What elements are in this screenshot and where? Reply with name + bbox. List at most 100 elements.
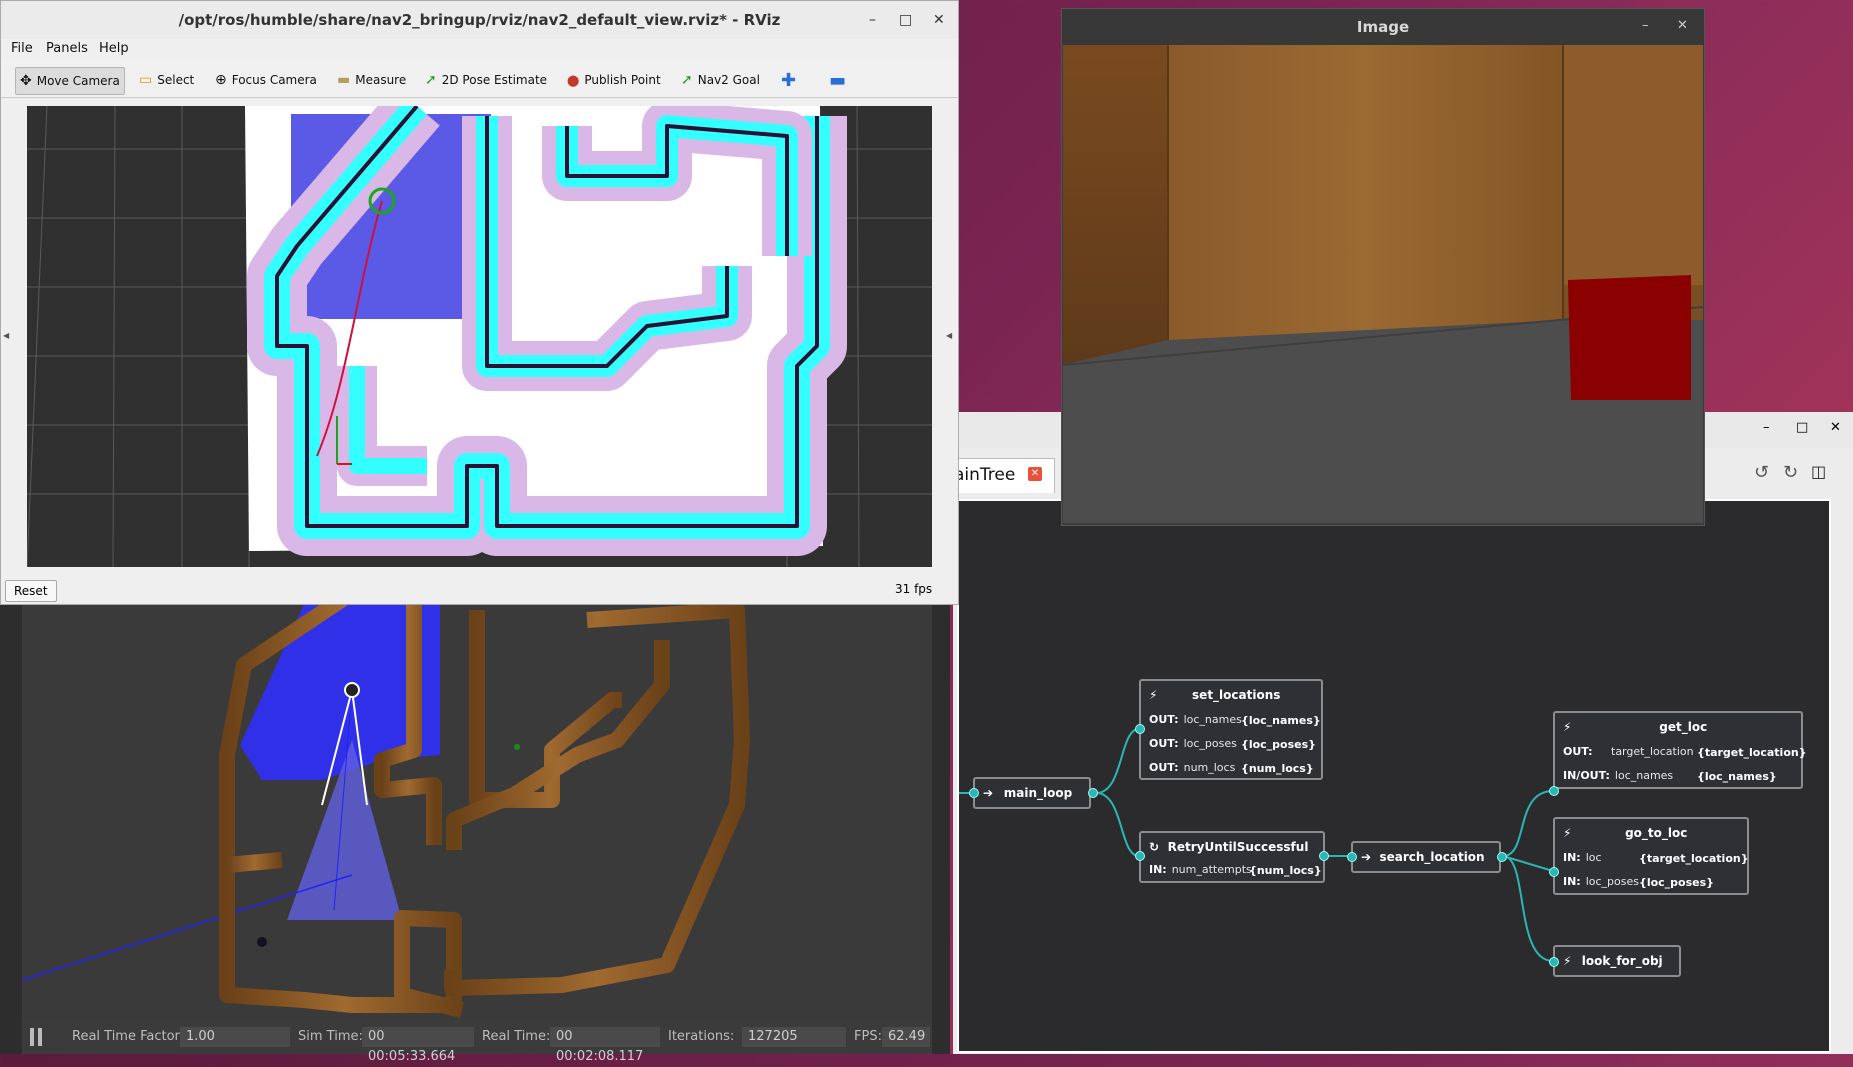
node-main-loop[interactable]: ➔ main_loop	[973, 777, 1091, 809]
port-row: IN/OUT: loc_names	[1563, 765, 1673, 785]
image-minimize-button[interactable]: –	[1642, 18, 1649, 33]
behavior-tree-canvas[interactable]: ➔ main_loop ⚡ set_locations OUT: loc_names …	[957, 499, 1831, 1053]
rviz-toolbar: ✥ Move Camera ▭ Select ⊕ Focus Camera ▬ Meas…	[1, 61, 958, 98]
port-value-field[interactable]: {num_locs}	[1249, 860, 1322, 880]
node-set-locations[interactable]: ⚡ set_locations OUT: loc_names OUT: loc_pos…	[1139, 679, 1323, 780]
port-name: loc_names	[1614, 768, 1674, 782]
port-dot[interactable]	[1549, 867, 1559, 877]
node-search-location[interactable]: ➔ search_location	[1351, 841, 1501, 873]
pose-estimate-icon: ➚	[425, 72, 437, 88]
tool-label: Measure	[355, 73, 407, 87]
tool-publish-point[interactable]: ⬤ Publish Point	[563, 67, 665, 93]
tab-maintree[interactable]: ainTree ✕	[953, 458, 1055, 493]
gazebo-scene	[22, 591, 750, 1018]
groot-close-button[interactable]: ✕	[1830, 420, 1841, 435]
port-direction: IN/OUT:	[1563, 768, 1610, 782]
port-dot[interactable]	[1497, 852, 1507, 862]
tool-2d-pose-estimate[interactable]: ➚ 2D Pose Estimate	[421, 67, 551, 93]
port-row: IN: loc	[1563, 847, 1602, 867]
port-value-field[interactable]: {target_location}	[1639, 848, 1749, 868]
port-name: loc_poses	[1585, 874, 1639, 888]
port-dot[interactable]	[1135, 851, 1145, 861]
action-bolt-icon: ⚡	[1149, 688, 1158, 702]
real-time-label: Real Time:	[482, 1029, 551, 1044]
measure-icon: ▬	[337, 72, 351, 88]
node-title: main_loop	[1003, 786, 1073, 800]
fps-label: FPS:	[854, 1029, 882, 1044]
remove-tool-button[interactable]: ▬	[825, 67, 850, 93]
port-direction: OUT:	[1149, 736, 1179, 750]
port-dot[interactable]	[1319, 851, 1329, 861]
node-title: go_to_loc	[1625, 826, 1688, 840]
iterations-label: Iterations:	[668, 1029, 735, 1044]
tool-focus-camera[interactable]: ⊕ Focus Camera	[211, 67, 321, 93]
tool-measure[interactable]: ▬ Measure	[333, 67, 410, 93]
port-value-field[interactable]: {target_location}	[1697, 742, 1807, 762]
rviz-close-button[interactable]: ✕	[933, 1, 945, 39]
reset-button[interactable]: Reset	[5, 580, 57, 602]
plus-icon: ✚	[781, 69, 797, 91]
port-value-field[interactable]: {num_locs}	[1241, 758, 1317, 778]
port-row: OUT: loc_poses	[1149, 733, 1237, 753]
sequence-arrow-icon: ➔	[1361, 850, 1372, 864]
port-dot[interactable]	[969, 788, 979, 798]
port-dot[interactable]	[1088, 788, 1098, 798]
gazebo-3d-viewport[interactable]	[22, 590, 932, 1020]
port-value-field[interactable]: {loc_names}	[1697, 766, 1797, 786]
menu-help[interactable]: Help	[99, 41, 129, 56]
port-dot[interactable]	[1549, 957, 1559, 967]
retry-icon: ↻	[1149, 840, 1160, 854]
node-retry-until-successful[interactable]: ↻ RetryUntilSuccessful IN: num_attempts {n…	[1139, 831, 1325, 883]
focus-camera-icon: ⊕	[215, 72, 227, 88]
action-bolt-icon: ⚡	[1563, 954, 1572, 968]
groot-maximize-button[interactable]: □	[1796, 420, 1808, 435]
rtf-value: 1.00	[180, 1027, 290, 1047]
gazebo-status-bar: Real Time Factor: 1.00 Sim Time: 00 00:0…	[22, 1020, 932, 1064]
node-look-for-obj[interactable]: ⚡ look_for_obj	[1553, 945, 1681, 977]
tool-move-camera[interactable]: ✥ Move Camera	[15, 67, 125, 95]
port-value-field[interactable]: {loc_poses}	[1241, 734, 1317, 754]
tool-label: Focus Camera	[231, 73, 317, 87]
port-value-field[interactable]: {loc_poses}	[1639, 872, 1739, 892]
add-tool-button[interactable]: ✚	[777, 67, 800, 93]
node-title: RetryUntilSuccessful	[1167, 840, 1309, 854]
port-name: loc	[1585, 850, 1602, 864]
port-dot[interactable]	[1135, 724, 1145, 734]
sim-time-label: Sim Time:	[298, 1029, 363, 1044]
rviz-menubar: File Panels Help	[1, 39, 958, 61]
rviz-maximize-button[interactable]: □	[899, 1, 912, 39]
pause-button[interactable]	[30, 1028, 44, 1046]
tool-label: Select	[157, 73, 195, 87]
minus-icon: ▬	[829, 69, 847, 91]
menu-file[interactable]: File	[11, 41, 33, 56]
nav2-goal-icon: ➚	[681, 72, 693, 88]
left-panel-collapse-icon[interactable]: ◀	[3, 331, 9, 340]
right-panel-collapse-icon[interactable]: ◀	[946, 331, 952, 340]
port-value-field[interactable]: {loc_names}	[1241, 710, 1321, 730]
menu-panels[interactable]: Panels	[46, 41, 88, 56]
undo-icon[interactable]: ↺	[1754, 462, 1769, 483]
port-row: OUT:	[1563, 741, 1598, 761]
rviz-3d-view[interactable]	[27, 106, 932, 567]
groot-minimize-button[interactable]: –	[1763, 420, 1770, 435]
port-dot[interactable]	[1549, 786, 1559, 796]
sequence-arrow-icon: ➔	[983, 786, 994, 800]
tool-label: 2D Pose Estimate	[441, 73, 548, 87]
split-view-icon[interactable]: ◫	[1811, 462, 1826, 481]
tool-select[interactable]: ▭ Select	[135, 67, 198, 93]
node-title: search_location	[1379, 850, 1485, 864]
port-name: loc_poses	[1183, 736, 1237, 750]
tool-nav2-goal[interactable]: ➚ Nav2 Goal	[677, 67, 764, 93]
action-bolt-icon: ⚡	[1563, 826, 1572, 840]
port-name: num_attempts	[1171, 862, 1252, 876]
port-row: OUT: loc_names	[1149, 709, 1242, 729]
red-target-box	[1568, 275, 1691, 400]
node-get-loc[interactable]: ⚡ get_loc OUT: target_location IN/OUT: loc…	[1553, 711, 1807, 789]
port-dot[interactable]	[1347, 852, 1357, 862]
tab-label: ainTree	[954, 465, 1016, 485]
redo-icon[interactable]: ↻	[1783, 462, 1798, 483]
node-go-to-loc[interactable]: ⚡ go_to_loc IN: loc IN: loc_poses {target_l…	[1553, 817, 1749, 895]
image-close-button[interactable]: ✕	[1677, 18, 1688, 33]
rviz-minimize-button[interactable]: –	[869, 1, 876, 39]
tab-close-icon[interactable]: ✕	[1028, 467, 1042, 481]
